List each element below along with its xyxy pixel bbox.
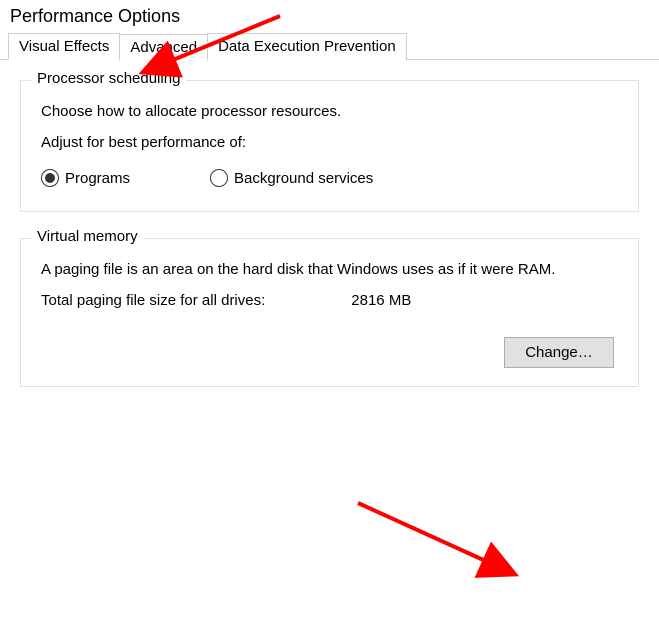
change-button[interactable]: Change… [504,337,614,368]
tab-strip: Visual Effects Advanced Data Execution P… [0,33,659,60]
annotation-arrow-change [350,495,540,585]
groupbox-virtual-memory: Virtual memory A paging file is an area … [20,238,639,387]
radio-background-services[interactable]: Background services [210,169,373,187]
groupbox-title-processor: Processor scheduling [31,70,186,87]
window-title: Performance Options [0,0,659,33]
radio-programs-label: Programs [65,170,130,187]
processor-subheading: Adjust for best performance of: [41,134,618,151]
groupbox-title-virtual-memory: Virtual memory [31,228,144,245]
radio-programs[interactable]: Programs [41,169,130,187]
virtual-memory-description: A paging file is an area on the hard dis… [41,261,618,278]
tab-panel-advanced: Processor scheduling Choose how to alloc… [0,59,659,423]
radio-background-label: Background services [234,170,373,187]
tab-data-execution-prevention[interactable]: Data Execution Prevention [207,33,407,60]
processor-description: Choose how to allocate processor resourc… [41,103,618,120]
tab-advanced[interactable]: Advanced [119,34,208,61]
groupbox-processor-scheduling: Processor scheduling Choose how to alloc… [20,80,639,212]
tab-visual-effects[interactable]: Visual Effects [8,33,120,60]
vm-total-label: Total paging file size for all drives: [41,292,265,309]
vm-total-value: 2816 MB [351,292,411,309]
radio-circle-icon [41,169,59,187]
radio-circle-icon [210,169,228,187]
